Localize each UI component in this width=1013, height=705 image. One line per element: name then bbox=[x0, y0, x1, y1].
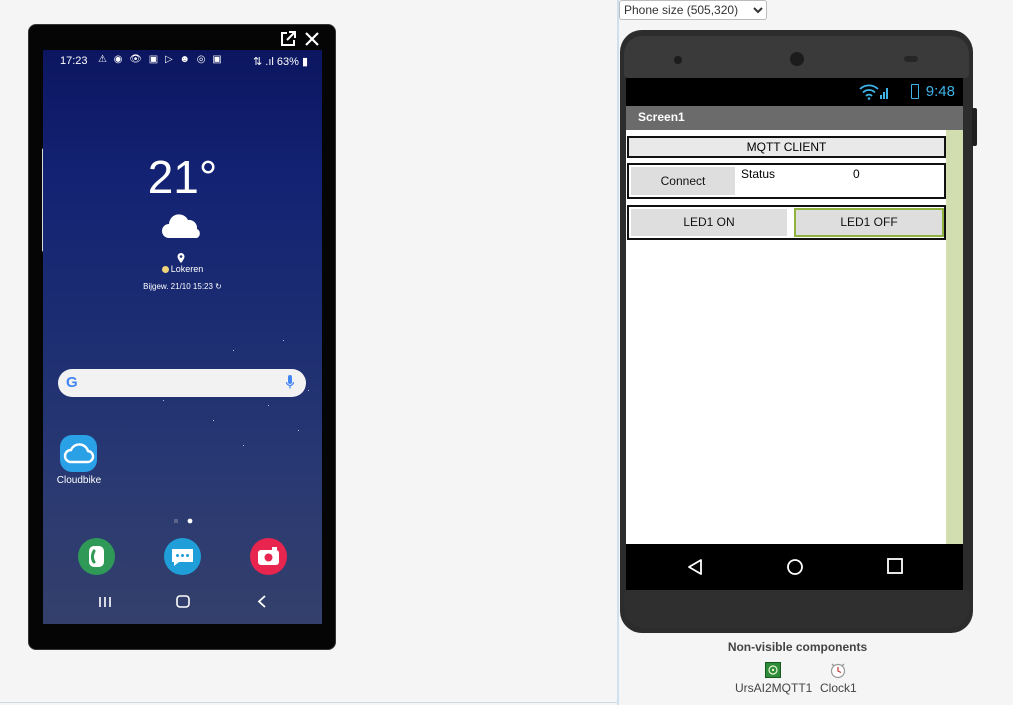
emulated-status-time: 9:48 bbox=[925, 83, 955, 100]
panel-divider[interactable] bbox=[617, 0, 619, 705]
phone-app-icon[interactable] bbox=[78, 538, 115, 575]
weather-city-label: Lokeren bbox=[170, 264, 204, 274]
recent-apps-icon[interactable] bbox=[98, 595, 112, 612]
sensor-icon bbox=[904, 56, 918, 62]
connect-button[interactable]: Connect bbox=[631, 167, 735, 195]
screen-scroll-strip bbox=[946, 130, 963, 544]
phone-size-select[interactable]: Phone size (505,320) bbox=[619, 0, 767, 20]
battery-icon bbox=[911, 84, 919, 99]
camera-app-icon[interactable] bbox=[250, 538, 287, 575]
status-time: 17:23 bbox=[60, 55, 88, 67]
weather-temperature[interactable]: 21° bbox=[43, 150, 322, 204]
led-horizontal-arrangement[interactable]: LED1 ON LED1 OFF bbox=[627, 205, 946, 240]
cloudbike-app-icon[interactable] bbox=[60, 435, 97, 472]
page-indicator bbox=[172, 512, 196, 524]
mirror-home-screen: 17:23 ⚠ ◉ 👁 ▣ ▷ ☻ ◎ ▣ ⇅ .ıl 63% ▮ 21° Lo… bbox=[43, 50, 322, 624]
led1-on-button[interactable]: LED1 ON bbox=[631, 209, 787, 236]
sun-icon bbox=[161, 266, 169, 273]
home-icon[interactable] bbox=[176, 595, 190, 612]
open-external-icon[interactable] bbox=[279, 30, 297, 48]
side-button bbox=[972, 108, 977, 146]
battery-status: ⇅ .ıl 63% ▮ bbox=[252, 56, 308, 68]
connect-horizontal-arrangement[interactable]: Connect Status 0 bbox=[627, 163, 946, 199]
cloud-icon bbox=[161, 212, 205, 245]
panel-bottom-edge bbox=[0, 702, 617, 703]
title-label-component[interactable]: MQTT CLIENT bbox=[627, 136, 946, 158]
home-icon bbox=[786, 558, 804, 581]
cloudbike-app-label: Cloudbike bbox=[56, 475, 102, 486]
back-icon[interactable] bbox=[257, 595, 267, 612]
notification-icons: ⚠ ◉ 👁 ▣ ▷ ☻ ◎ ▣ bbox=[98, 54, 224, 65]
weather-city: Lokeren bbox=[43, 264, 322, 274]
location-pin-icon bbox=[177, 250, 185, 263]
close-icon[interactable] bbox=[303, 30, 321, 48]
screen-title: Screen1 bbox=[638, 110, 685, 124]
earpiece-icon bbox=[790, 52, 804, 66]
messages-app-icon[interactable] bbox=[164, 538, 201, 575]
weather-updated[interactable]: Bijgew. 21/10 15:23 ↻ bbox=[43, 282, 322, 291]
google-search-bar[interactable]: G bbox=[58, 369, 306, 397]
mqtt-extension-icon[interactable] bbox=[765, 662, 781, 678]
emulated-phone-chin bbox=[624, 590, 969, 628]
mqtt-component-label[interactable]: UrsAI2MQTT1 bbox=[735, 681, 812, 695]
microphone-icon[interactable] bbox=[285, 375, 295, 390]
front-camera-icon bbox=[674, 56, 682, 64]
emulated-status-bar: 9:48 bbox=[626, 78, 963, 106]
status-label[interactable]: Status bbox=[741, 167, 775, 181]
status-value-label[interactable]: 0 bbox=[853, 167, 860, 181]
screen-title-bar: Screen1 bbox=[626, 106, 963, 130]
google-icon: G bbox=[66, 374, 78, 391]
title-label-text: MQTT CLIENT bbox=[746, 140, 827, 154]
clock-component-label[interactable]: Clock1 bbox=[820, 681, 857, 695]
led1-off-button[interactable]: LED1 OFF bbox=[794, 208, 944, 237]
overview-icon bbox=[887, 558, 903, 579]
back-icon bbox=[687, 558, 703, 581]
emulated-nav-bar bbox=[626, 544, 963, 590]
clock-icon[interactable] bbox=[829, 661, 847, 679]
wifi-signal-icon bbox=[859, 84, 889, 105]
non-visible-components-title: Non-visible components bbox=[727, 640, 868, 654]
